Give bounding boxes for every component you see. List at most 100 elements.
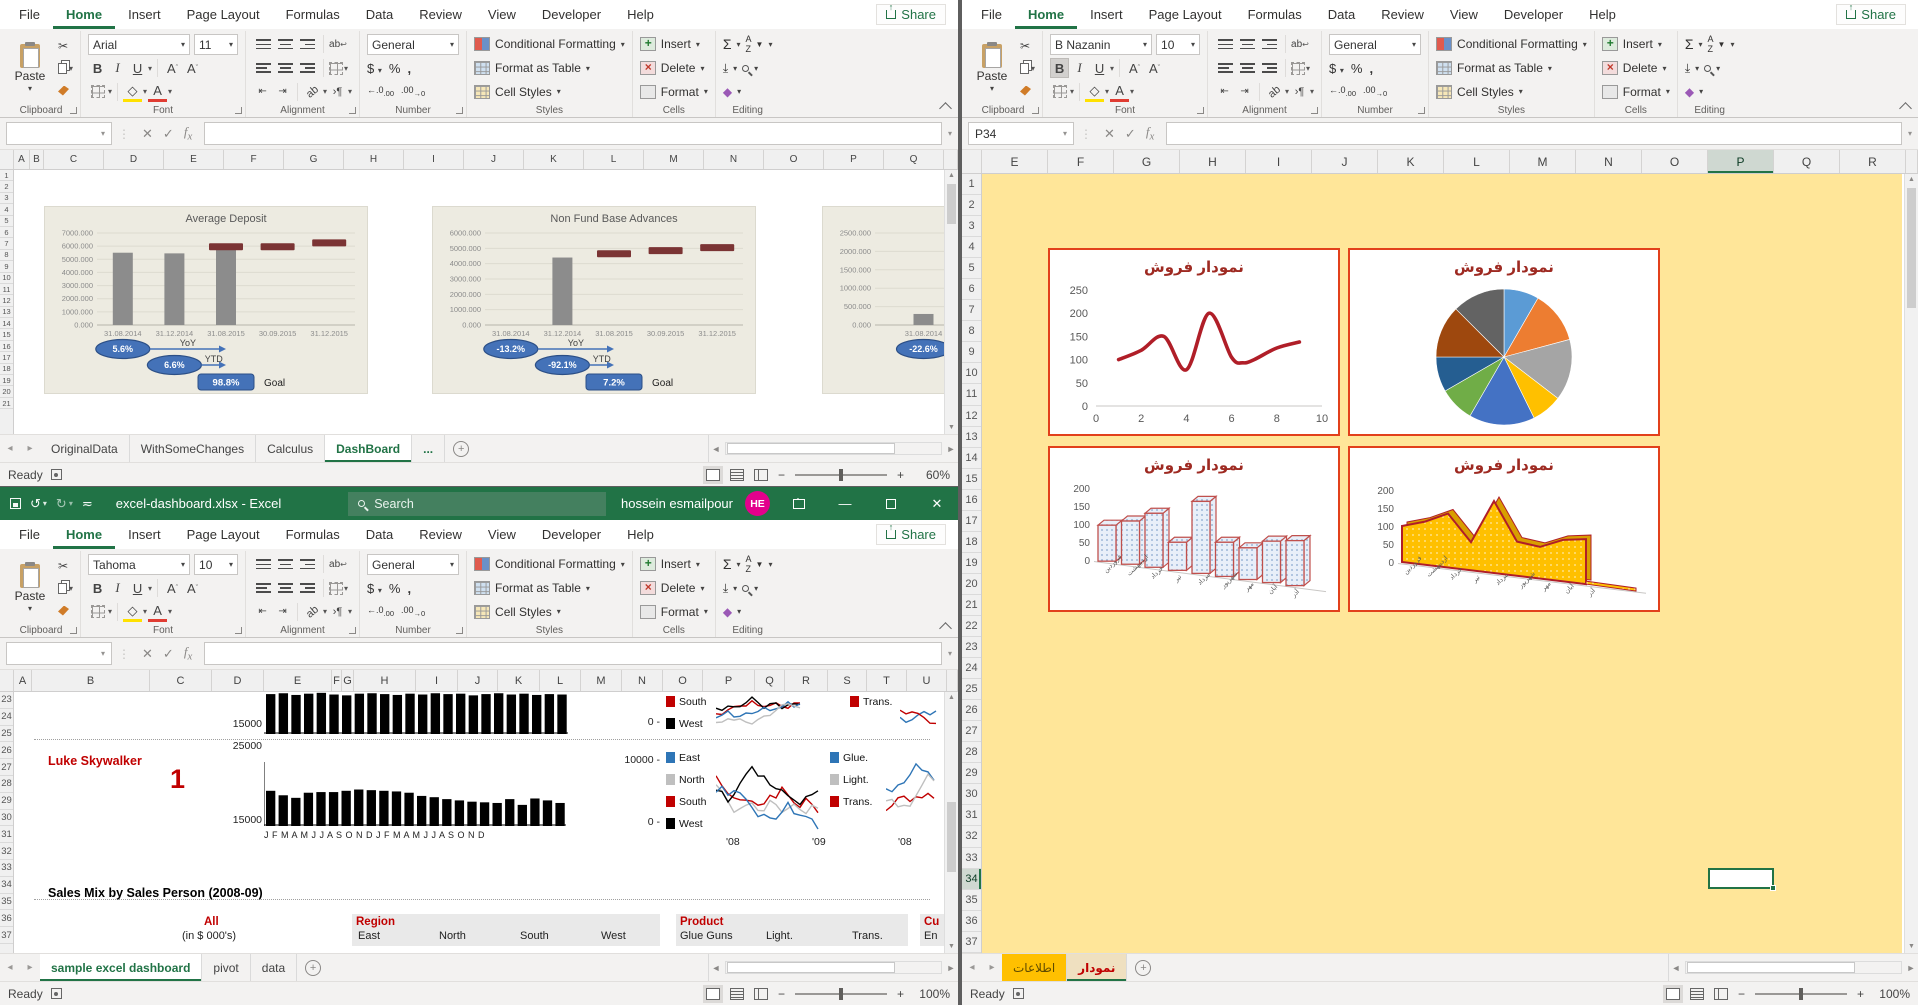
cells-canvas[interactable]: Average Deposit7000.0006000.0005000.0004… — [14, 170, 944, 434]
dialog-launcher-icon[interactable] — [1032, 107, 1039, 114]
font-name-select[interactable]: Tahoma▾ — [88, 554, 190, 575]
scroll-left-arrow[interactable]: ◄ — [709, 444, 723, 454]
font-size-select[interactable]: 10▾ — [1156, 34, 1200, 55]
scroll-up-arrow[interactable]: ▲ — [945, 170, 958, 182]
cancel-icon[interactable]: ✕ — [142, 646, 153, 662]
delete-cells-button[interactable]: Delete ▾ — [1602, 58, 1670, 79]
wrap-text-icon[interactable]: ab↩ — [329, 559, 347, 570]
row-header-10[interactable]: 10 — [962, 363, 981, 384]
persian-chart-area3d[interactable]: نمودار فروش050100150200فروردیناردیبهشتخر… — [1348, 446, 1660, 612]
row-header-22[interactable]: 22 — [962, 616, 981, 637]
dialog-launcher-icon[interactable] — [235, 627, 242, 634]
align-left-icon[interactable] — [256, 63, 271, 73]
column-header-A[interactable]: A — [14, 150, 30, 169]
ribbon-tab-insert[interactable]: Insert — [115, 520, 174, 549]
find-select-icon[interactable] — [742, 65, 749, 72]
normal-view-icon[interactable] — [706, 988, 720, 1000]
sheet-tab-sample-excel-dashboard[interactable]: sample excel dashboard — [40, 954, 202, 981]
conditional-formatting-button[interactable]: Conditional Formatting ▾ — [474, 554, 625, 575]
align-top-icon[interactable] — [256, 39, 271, 49]
persian-chart-pie[interactable]: نمودار فروش — [1348, 248, 1660, 436]
autosum-icon[interactable]: Σ — [1685, 36, 1694, 52]
percent-icon[interactable]: % — [389, 61, 401, 76]
row-header-12[interactable]: 12 — [0, 295, 13, 306]
fill-icon[interactable]: ⤓ — [723, 61, 728, 76]
align-right-icon[interactable] — [300, 583, 315, 593]
row-header-34[interactable]: 34 — [962, 869, 981, 890]
row-header-20[interactable]: 20 — [962, 574, 981, 595]
row-header-5[interactable]: 5 — [0, 216, 13, 227]
row-header-29[interactable]: 29 — [0, 793, 13, 810]
column-header-B[interactable]: B — [32, 670, 150, 691]
sheet-tab-نمودار[interactable]: نمودار — [1067, 954, 1127, 981]
row-header-28[interactable]: 28 — [0, 776, 13, 793]
quick-access-customize-icon[interactable]: ≂ — [82, 496, 93, 512]
align-middle-icon[interactable] — [278, 39, 293, 49]
cancel-icon[interactable]: ✕ — [142, 126, 153, 142]
column-header-P[interactable]: P — [1708, 150, 1774, 173]
font-name-select[interactable]: B Nazanin▾ — [1050, 34, 1152, 55]
sheet-tab-اطلاعات[interactable]: اطلاعات — [1002, 954, 1067, 981]
row-header-9[interactable]: 9 — [962, 342, 981, 363]
scroll-right-arrow[interactable]: ► — [944, 963, 958, 973]
conditional-formatting-button[interactable]: Conditional Formatting ▾ — [474, 34, 625, 55]
column-header-I[interactable]: I — [416, 670, 458, 691]
underline-button[interactable]: U — [1090, 58, 1109, 78]
align-bottom-icon[interactable] — [300, 39, 315, 49]
page-layout-view-icon[interactable] — [730, 988, 744, 1000]
decrease-indent-icon[interactable]: ⇤ — [1215, 82, 1234, 102]
column-header-Q[interactable]: Q — [1774, 150, 1840, 173]
ribbon-tab-review[interactable]: Review — [406, 0, 475, 29]
ribbon-tab-file[interactable]: File — [6, 0, 53, 29]
autosum-icon[interactable]: Σ — [723, 36, 732, 52]
sheet-tab-calculus[interactable]: Calculus — [256, 435, 325, 462]
select-all-corner[interactable] — [0, 670, 14, 691]
currency-icon[interactable]: $ ▾ — [1329, 61, 1344, 76]
row-header-14[interactable]: 14 — [0, 318, 13, 329]
insert-function-icon[interactable]: fx — [184, 124, 192, 143]
comma-icon[interactable]: , — [1369, 61, 1373, 76]
align-center-icon[interactable] — [278, 63, 293, 73]
sheet-tab-originaldata[interactable]: OriginalData — [40, 435, 130, 462]
row-header-12[interactable]: 12 — [962, 406, 981, 427]
scroll-right-arrow[interactable]: ► — [1904, 963, 1918, 973]
format-painter-icon[interactable] — [58, 601, 73, 620]
column-header-F[interactable]: F — [1048, 150, 1114, 173]
row-header-4[interactable]: 4 — [0, 204, 13, 215]
row-header-13[interactable]: 13 — [962, 427, 981, 448]
collapse-ribbon-icon[interactable] — [939, 622, 952, 635]
wrap-text-icon[interactable]: ab↩ — [1291, 39, 1309, 50]
italic-button[interactable]: I — [108, 578, 127, 598]
column-header-J[interactable]: J — [1312, 150, 1378, 173]
column-header-J[interactable]: J — [458, 670, 498, 691]
align-top-icon[interactable] — [256, 559, 271, 569]
share-button[interactable]: Share — [1836, 4, 1906, 25]
macro-record-icon[interactable] — [1013, 988, 1024, 999]
bold-button[interactable]: B — [1050, 58, 1069, 78]
column-header-K[interactable]: K — [1378, 150, 1444, 173]
sheet-tab-overflow[interactable]: ... — [412, 435, 445, 462]
minimize-button[interactable]: — — [828, 487, 862, 520]
row-header-11[interactable]: 11 — [962, 384, 981, 405]
ribbon-tab-page-layout[interactable]: Page Layout — [1136, 0, 1235, 29]
row-header-36[interactable]: 36 — [962, 911, 981, 932]
column-header-I[interactable]: I — [1246, 150, 1312, 173]
format-cells-button[interactable]: Format ▾ — [640, 81, 708, 102]
fill-handle[interactable] — [1770, 885, 1776, 891]
currency-icon[interactable]: $ ▾ — [367, 61, 382, 76]
ribbon-tab-formulas[interactable]: Formulas — [273, 0, 353, 29]
decrease-font-icon[interactable]: Aˇ — [1145, 58, 1164, 78]
row-header-1[interactable]: 1 — [0, 170, 13, 181]
ribbon-tab-insert[interactable]: Insert — [1077, 0, 1136, 29]
scrollbar-thumb[interactable] — [1687, 962, 1855, 973]
ribbon-tab-view[interactable]: View — [1437, 0, 1491, 29]
row-header-6[interactable]: 6 — [0, 227, 13, 238]
scrollbar-thumb[interactable] — [1907, 188, 1916, 308]
decrease-decimal-icon[interactable]: .00→0 — [1363, 85, 1387, 98]
column-header-B[interactable]: B — [30, 150, 44, 169]
page-break-view-icon[interactable] — [754, 469, 768, 481]
page-break-view-icon[interactable] — [1714, 988, 1728, 1000]
conditional-formatting-button[interactable]: Conditional Formatting ▾ — [1436, 34, 1587, 55]
font-size-select[interactable]: 11▾ — [194, 34, 238, 55]
underline-button[interactable]: U — [128, 58, 147, 78]
